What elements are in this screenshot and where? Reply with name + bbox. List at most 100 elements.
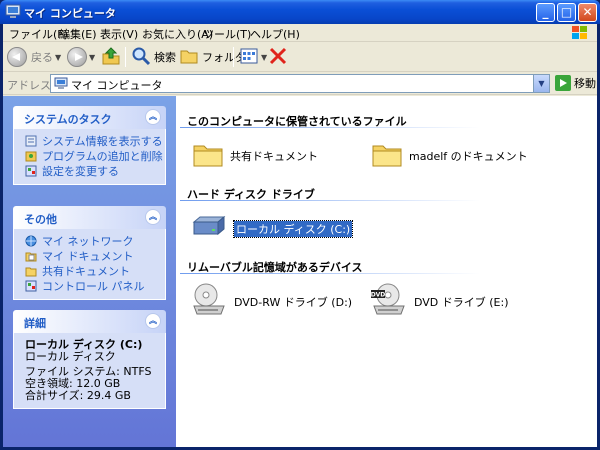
window-title: マイ コンピュータ <box>24 7 116 20</box>
minimize-button[interactable]: _ <box>536 3 555 22</box>
other-places-header[interactable]: その他 ︽ <box>13 206 166 229</box>
my-network-link[interactable]: マイ ネットワーク <box>14 233 165 248</box>
group-divider <box>180 273 480 274</box>
forward-dropdown-icon[interactable]: ▼ <box>89 53 95 62</box>
search-icon <box>131 46 151 69</box>
go-label: 移動 <box>574 77 596 90</box>
network-icon <box>25 235 37 247</box>
search-label: 検索 <box>154 51 176 64</box>
menu-view[interactable]: 表示(V) <box>100 26 138 42</box>
up-folder-button[interactable] <box>101 46 121 68</box>
change-setting-link[interactable]: 設定を変更する <box>14 163 165 178</box>
toolbar-separator <box>125 47 126 67</box>
forward-arrow-icon <box>67 47 87 67</box>
explorer-window: マイ コンピュータ _ □ ✕ ファイル(F) 編集(E) 表示(V) お気に入… <box>0 0 600 450</box>
system-tasks-panel: システムのタスク ︽ システム情報を表示する プログラムの追加と削除 設定を変更… <box>13 106 166 185</box>
collapse-chevron-icon[interactable]: ︽ <box>145 209 161 225</box>
add-remove-programs-link[interactable]: プログラムの追加と削除 <box>14 148 165 163</box>
my-documents-link[interactable]: マイ ドキュメント <box>14 248 165 263</box>
collapse-chevron-icon[interactable]: ︽ <box>145 109 161 125</box>
my-computer-icon <box>5 4 21 19</box>
address-value: マイ コンピュータ <box>71 79 163 92</box>
control-panel-icon <box>25 165 37 177</box>
address-bar: アドレス(D) マイ コンピュータ ▼ 移動 <box>3 73 597 95</box>
group-divider <box>180 200 480 201</box>
other-places-title: その他 <box>24 213 57 226</box>
details-panel: 詳細 ︽ ローカル ディスク (C:) ローカル ディスク ファイル システム:… <box>13 310 166 409</box>
other-places-panel: その他 ︽ マイ ネットワーク マイ ドキュメント 共有ドキュメント コントロー… <box>13 206 166 300</box>
task-pane: システムのタスク ︽ システム情報を表示する プログラムの追加と削除 設定を変更… <box>3 96 176 447</box>
svg-text:DVD: DVD <box>371 292 386 299</box>
delete-x-icon <box>268 46 288 69</box>
user-documents-item[interactable]: madelf のドキュメント <box>371 140 528 171</box>
dvd-drive-label: DVD ドライブ (E:) <box>414 295 509 309</box>
views-icon <box>239 46 259 69</box>
collapse-chevron-icon[interactable]: ︽ <box>145 313 161 329</box>
delete-button[interactable] <box>268 46 288 68</box>
go-arrow-icon <box>555 75 571 91</box>
close-button[interactable]: ✕ <box>578 3 597 22</box>
views-button[interactable]: ▼ <box>239 46 267 68</box>
window-client-area: ファイル(F) 編集(E) 表示(V) お気に入り(A) ツール(T) ヘルプ(… <box>3 24 597 447</box>
menu-tools[interactable]: ツール(T) <box>203 26 251 42</box>
folder-icon <box>25 265 37 277</box>
menu-bar: ファイル(F) 編集(E) 表示(V) お気に入り(A) ツール(T) ヘルプ(… <box>3 24 597 42</box>
group-divider <box>180 127 480 128</box>
back-dropdown-icon[interactable]: ▼ <box>55 53 61 62</box>
shared-documents-link[interactable]: 共有ドキュメント <box>14 263 165 278</box>
control-panel-icon <box>25 280 37 292</box>
my-computer-icon <box>54 77 68 90</box>
search-button[interactable]: 検索 <box>131 46 176 68</box>
dvd-drive-icon: DVD <box>370 282 408 321</box>
toolbar-separator <box>233 47 234 67</box>
documents-icon <box>25 250 37 262</box>
details-total-size: 合計サイズ: 29.4 GB <box>25 389 131 402</box>
back-button[interactable]: 戻る ▼ <box>7 46 61 68</box>
my-documents-label: マイ ドキュメント <box>42 249 134 263</box>
system-info-icon <box>25 135 37 147</box>
details-header[interactable]: 詳細 ︽ <box>13 310 166 333</box>
maximize-button[interactable]: □ <box>557 3 576 22</box>
dvd-rw-drive-icon <box>190 282 228 321</box>
folder-icon <box>371 140 403 171</box>
view-system-info-link[interactable]: システム情報を表示する <box>14 133 165 148</box>
shared-documents-label: 共有ドキュメント <box>230 149 318 163</box>
menu-edit[interactable]: 編集(E) <box>59 26 97 42</box>
folders-icon <box>179 46 199 69</box>
local-disk-c-label: ローカル ディスク (C:) <box>232 219 354 238</box>
system-tasks-header[interactable]: システムのタスク ︽ <box>13 106 166 129</box>
my-network-label: マイ ネットワーク <box>42 234 134 248</box>
go-button[interactable]: 移動 <box>555 75 596 91</box>
add-remove-programs-label: プログラムの追加と削除 <box>42 149 163 163</box>
windows-logo-icon <box>569 24 591 41</box>
dvd-drive-item[interactable]: DVD DVD ドライブ (E:) <box>370 282 509 321</box>
details-title: 詳細 <box>24 317 46 330</box>
control-panel-label: コントロール パネル <box>42 279 145 293</box>
dvd-rw-drive-item[interactable]: DVD-RW ドライブ (D:) <box>190 282 352 321</box>
shared-documents-item[interactable]: 共有ドキュメント <box>192 140 318 171</box>
add-remove-programs-icon <box>25 150 37 162</box>
view-system-info-label: システム情報を表示する <box>42 134 163 148</box>
address-input[interactable]: マイ コンピュータ ▼ <box>50 74 550 93</box>
back-label: 戻る <box>31 51 53 64</box>
user-documents-label: madelf のドキュメント <box>409 149 528 163</box>
folder-icon <box>192 140 224 171</box>
back-arrow-icon <box>7 47 27 67</box>
system-tasks-title: システムのタスク <box>24 113 112 126</box>
forward-button[interactable]: ▼ <box>67 46 95 68</box>
local-disk-c-item[interactable]: ローカル ディスク (C:) <box>190 214 354 243</box>
address-dropdown-icon[interactable]: ▼ <box>533 75 549 92</box>
hard-drive-icon <box>190 214 228 243</box>
control-panel-link[interactable]: コントロール パネル <box>14 278 165 293</box>
change-setting-label: 設定を変更する <box>42 164 119 178</box>
file-view[interactable]: このコンピュータに保管されているファイル 共有ドキュメント madelf のドキ… <box>176 96 597 447</box>
title-bar[interactable]: マイ コンピュータ _ □ ✕ <box>0 0 600 24</box>
dvd-rw-drive-label: DVD-RW ドライブ (D:) <box>234 295 353 309</box>
details-item-type: ローカル ディスク <box>25 350 116 363</box>
up-folder-icon <box>101 46 121 69</box>
shared-documents-label: 共有ドキュメント <box>42 264 130 278</box>
menu-help[interactable]: ヘルプ(H) <box>250 26 300 42</box>
folders-button[interactable]: フォルダ <box>179 46 246 68</box>
standard-toolbar: 戻る ▼ ▼ 検索 フォルダ ▼ <box>3 43 597 72</box>
views-dropdown-icon[interactable]: ▼ <box>261 53 267 62</box>
